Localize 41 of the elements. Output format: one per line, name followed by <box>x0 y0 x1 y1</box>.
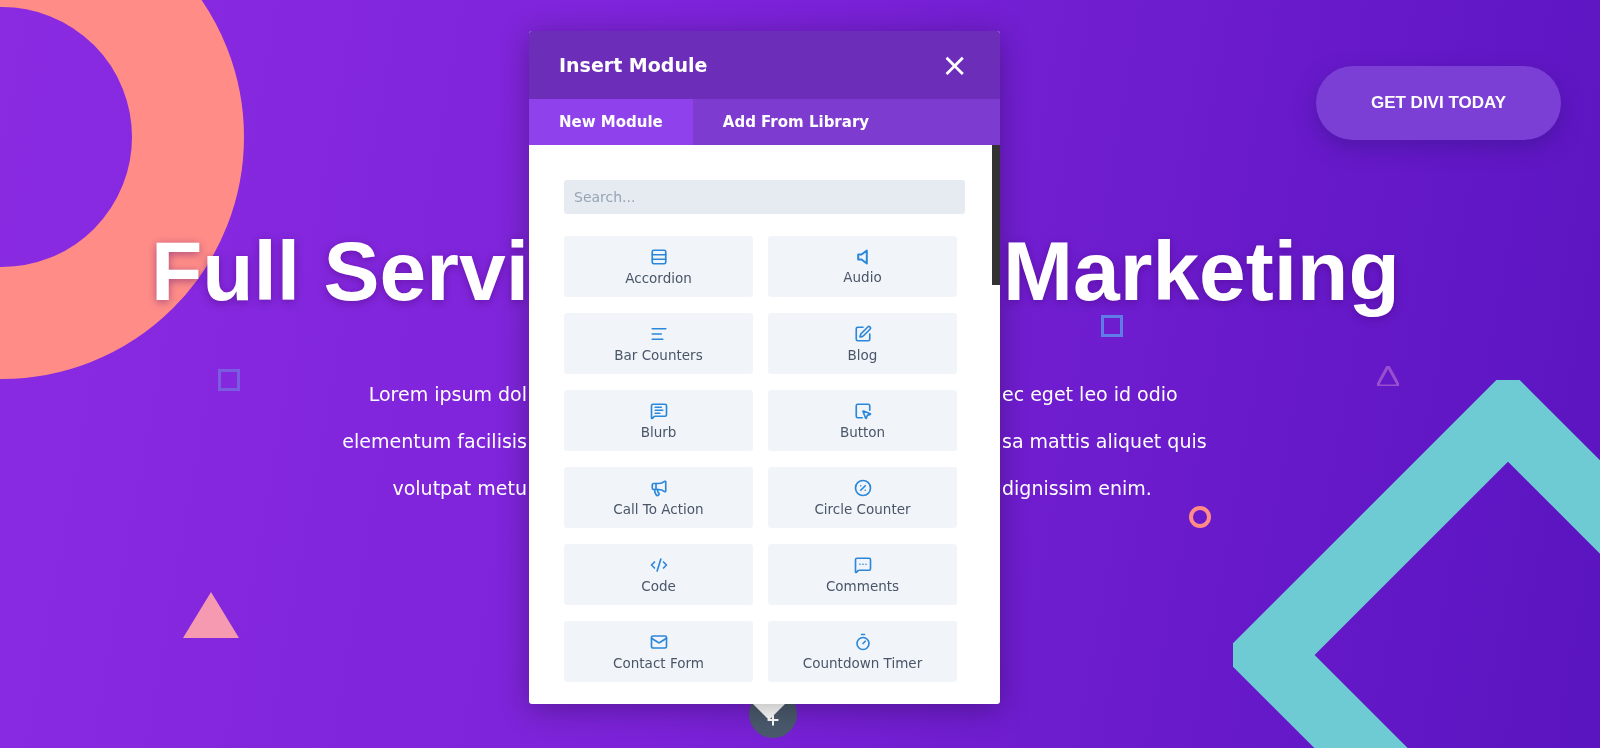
module-tile[interactable]: Audio <box>768 236 957 297</box>
comment-icon <box>853 555 872 574</box>
module-tile[interactable]: Bar Counters <box>564 313 753 374</box>
megaphone-icon <box>649 478 668 497</box>
hero-text: volutpat metu <box>392 476 527 499</box>
speaker-icon <box>857 248 868 265</box>
hero-text: dignissim enim. <box>1002 476 1152 499</box>
square-outline <box>1101 315 1123 337</box>
module-tile[interactable]: Comments <box>768 544 957 605</box>
speech-bubble-icon <box>649 401 668 420</box>
module-tile[interactable]: Call To Action <box>564 467 753 528</box>
hero-text: elementum facilisis <box>342 429 527 452</box>
hero-text: ec eget leo id odio <box>1002 382 1178 405</box>
module-tile[interactable]: Button <box>768 390 957 451</box>
rows-icon <box>649 247 668 266</box>
module-tile[interactable]: Blog <box>768 313 957 374</box>
module-tile[interactable]: Accordion <box>564 236 753 297</box>
hero-text: sa mattis aliquet quis <box>1002 429 1207 452</box>
tab[interactable]: New Module <box>529 99 693 145</box>
module-tile[interactable]: Code <box>564 544 753 605</box>
module-tile[interactable]: Blurb <box>564 390 753 451</box>
timer-icon <box>853 632 872 651</box>
close-button[interactable]: × <box>939 49 970 81</box>
percent-circle-icon <box>853 478 872 497</box>
tab[interactable]: Add From Library <box>692 99 900 145</box>
search-field[interactable]: Search... <box>564 180 965 214</box>
triangle-shape <box>183 592 239 638</box>
code-icon <box>649 555 668 574</box>
square-outline <box>218 369 240 391</box>
pointer-square-icon <box>853 401 872 420</box>
scrollbar[interactable] <box>992 145 1000 285</box>
module-tile[interactable]: Contact Form <box>564 621 753 682</box>
dialog-title: Insert Module <box>559 54 708 76</box>
module-tile[interactable]: Countdown Timer <box>768 621 957 682</box>
triangle-shape <box>1377 366 1399 386</box>
hero-text: Lorem ipsum dol <box>368 382 527 405</box>
ring-shape <box>1189 506 1211 528</box>
mail-icon <box>649 632 668 651</box>
get-divi-button[interactable]: GET DIVI TODAY <box>1316 66 1561 140</box>
pen-square-icon <box>853 324 872 343</box>
module-tile[interactable]: Circle Counter <box>768 467 957 528</box>
